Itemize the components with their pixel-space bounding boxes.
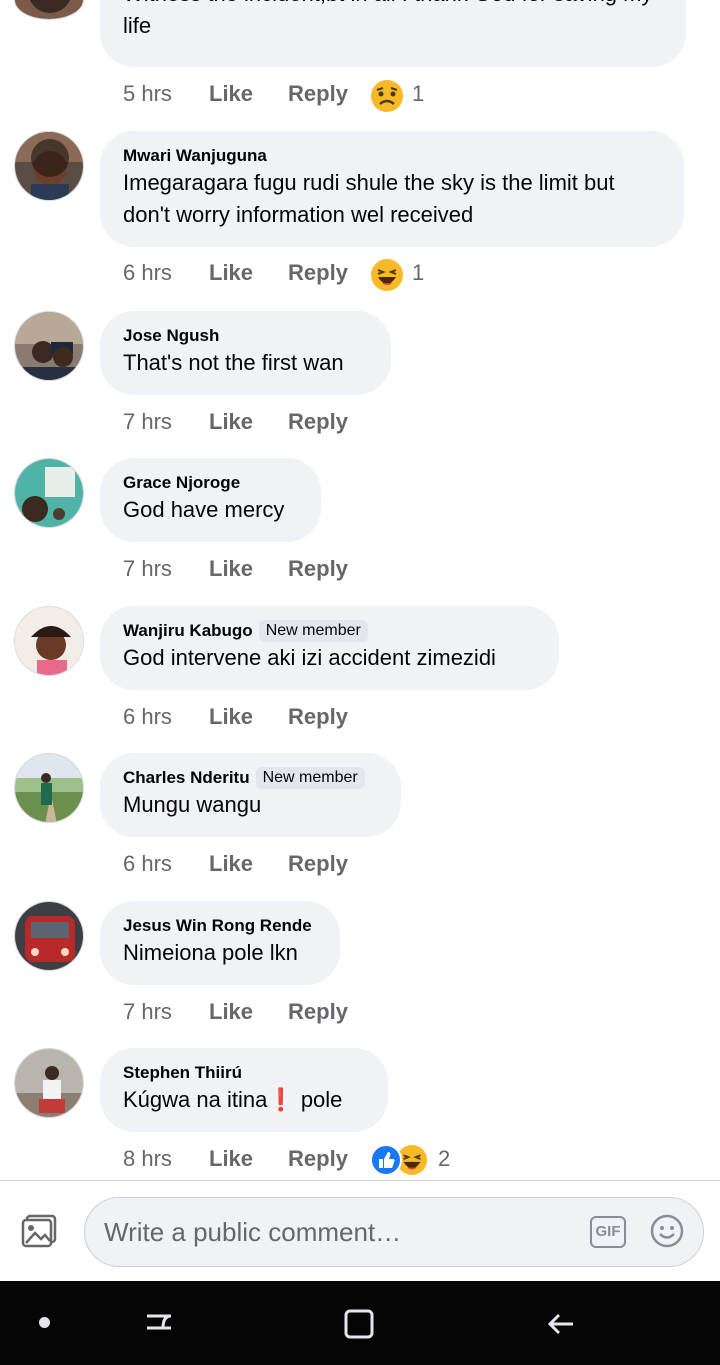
member-badge: New member <box>258 620 368 642</box>
home-icon[interactable] <box>343 1308 375 1345</box>
reply-button[interactable]: Reply <box>288 1146 348 1172</box>
reply-button[interactable]: Reply <box>288 81 348 107</box>
comment-author-row: Charles Nderitu New member <box>123 767 379 789</box>
comment-time[interactable]: 5 hrs <box>123 81 209 107</box>
comment-time[interactable]: 7 hrs <box>123 409 209 435</box>
comment-input-placeholder: Write a public comment… <box>104 1217 402 1247</box>
comment-bubble: Jose Ngush That's not the first wan <box>100 311 391 395</box>
comment-time[interactable]: 7 hrs <box>123 556 209 582</box>
comment-actions: 6 hrs Like Reply <box>123 701 383 733</box>
comment-composer: Write a public comment… GIF <box>0 1180 720 1282</box>
comment-author[interactable]: Jose Ngush <box>123 325 369 347</box>
reactions-summary[interactable]: 1 <box>370 79 425 112</box>
comment-text: Witness the incident,bt in all I thank G… <box>123 0 652 38</box>
comment-time[interactable]: 6 hrs <box>123 260 209 286</box>
avatar[interactable] <box>14 131 84 201</box>
reactions-summary[interactable]: 1 <box>370 258 425 291</box>
like-button[interactable]: Like <box>209 409 253 435</box>
like-button[interactable]: Like <box>209 999 253 1025</box>
comment-actions: 7 hrs Like Reply <box>123 553 383 585</box>
comment-time[interactable]: 6 hrs <box>123 851 209 877</box>
comment-bubble: Jesus Win Rong Rende Nimeiona pole lkn <box>100 901 340 985</box>
like-button[interactable]: Like <box>209 260 253 286</box>
comment-bubble: Mwari Wanjuguna Imegaragara fugu rudi sh… <box>100 131 684 247</box>
comment-bubble: Charles Nderitu New member Mungu wangu <box>100 753 401 837</box>
like-button[interactable]: Like <box>209 1146 253 1172</box>
avatar[interactable] <box>14 1048 84 1118</box>
comment-actions: 7 hrs Like Reply <box>123 996 383 1028</box>
reply-button[interactable]: Reply <box>288 999 348 1025</box>
reaction-count: 1 <box>411 81 425 106</box>
comment-time[interactable]: 8 hrs <box>123 1146 209 1172</box>
comment-text: Mungu wangu <box>123 792 262 817</box>
comment-text: That's not the first wan <box>123 350 344 375</box>
reply-button[interactable]: Reply <box>288 704 348 730</box>
comment-actions: 8 hrs Like Reply 2 <box>123 1143 451 1176</box>
reply-button[interactable]: Reply <box>288 409 348 435</box>
comment-time[interactable]: 6 hrs <box>123 704 209 730</box>
like-button[interactable]: Like <box>209 704 253 730</box>
comment-bubble: Stephen Thiirú Kúgwa na itina❗ pole <box>100 1048 388 1132</box>
comment-author[interactable]: Mwari Wanjuguna <box>123 145 662 167</box>
gif-icon[interactable]: GIF <box>590 1216 626 1248</box>
back-icon[interactable] <box>545 1308 577 1345</box>
comment-text: God have mercy <box>123 497 285 522</box>
dot-icon <box>39 1317 50 1328</box>
comment-actions: 5 hrs Like Reply 1 <box>123 78 425 112</box>
comment-author-row: Wanjiru Kabugo New member <box>123 620 537 642</box>
reaction-count: 1 <box>411 260 425 285</box>
avatar[interactable] <box>14 311 84 381</box>
comment-author[interactable]: Charles Nderitu <box>123 767 250 789</box>
comment-text: Imegaragara fugu rudi shule the sky is t… <box>123 170 615 227</box>
reactions-summary[interactable]: 2 <box>369 1144 451 1176</box>
comment-bubble: Witness the incident,bt in all I thank G… <box>100 0 686 67</box>
reply-button[interactable]: Reply <box>288 556 348 582</box>
comment-author[interactable]: Stephen Thiirú <box>123 1062 366 1084</box>
comment-text: Nimeiona pole lkn <box>123 940 298 965</box>
comment-actions: 6 hrs Like Reply <box>123 848 383 880</box>
system-navigation-bar <box>0 1281 720 1365</box>
comment-author[interactable]: Grace Njoroge <box>123 472 299 494</box>
comment-actions: 6 hrs Like Reply 1 <box>123 257 425 291</box>
comment-input[interactable]: Write a public comment… GIF <box>84 1197 704 1267</box>
avatar[interactable] <box>14 0 84 20</box>
comment-text: God intervene aki izi accident zimezidi <box>123 645 496 670</box>
avatar[interactable] <box>14 753 84 823</box>
avatar[interactable] <box>14 458 84 528</box>
comment-author[interactable]: Jesus Win Rong Rende <box>123 915 318 937</box>
comments-feed[interactable]: Witness the incident,bt in all I thank G… <box>0 0 720 1180</box>
reply-button[interactable]: Reply <box>288 851 348 877</box>
like-button[interactable]: Like <box>209 556 253 582</box>
avatar[interactable] <box>14 606 84 676</box>
comment-text: Kúgwa na itina❗ pole <box>123 1087 343 1112</box>
comment-time[interactable]: 7 hrs <box>123 999 209 1025</box>
comment-bubble: Grace Njoroge God have mercy <box>100 458 321 542</box>
comment-actions: 7 hrs Like Reply <box>123 406 383 438</box>
recent-apps-icon[interactable] <box>143 1308 175 1345</box>
sad-reaction-icon <box>370 79 403 112</box>
haha-reaction-icon <box>370 258 403 291</box>
comment-bubble: Wanjiru Kabugo New member God intervene … <box>100 606 559 690</box>
member-badge: New member <box>255 767 365 789</box>
like-reaction-icon <box>369 1144 402 1176</box>
photo-icon[interactable] <box>21 1213 59 1249</box>
reaction-count: 2 <box>437 1146 451 1171</box>
avatar[interactable] <box>14 901 84 971</box>
like-button[interactable]: Like <box>209 851 253 877</box>
like-button[interactable]: Like <box>209 81 253 107</box>
smiley-icon[interactable] <box>650 1214 684 1248</box>
comment-author[interactable]: Wanjiru Kabugo <box>123 620 253 642</box>
reply-button[interactable]: Reply <box>288 260 348 286</box>
